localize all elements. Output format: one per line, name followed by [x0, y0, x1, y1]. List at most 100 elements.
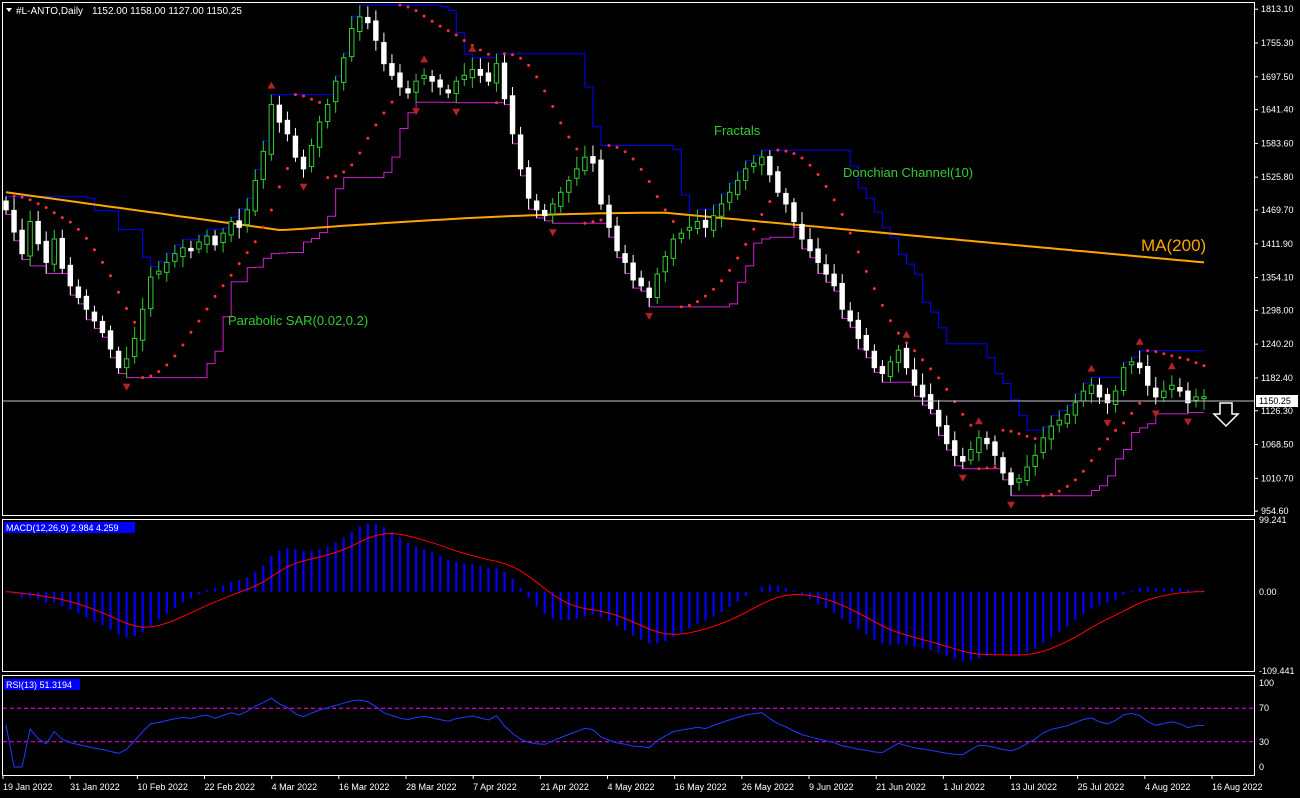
sar-dot [535, 75, 539, 79]
candle-body [992, 441, 998, 456]
candle-body [164, 261, 170, 273]
sar-dot [92, 248, 96, 252]
candle-body [1096, 384, 1103, 398]
candle-body [783, 192, 789, 205]
sar-dot [559, 121, 563, 125]
sar-dot [800, 156, 804, 160]
candle-body [292, 135, 299, 158]
fractal-down-icon [412, 108, 421, 116]
candle-body [123, 358, 130, 369]
price-tick-label: 1813.10 [1261, 4, 1294, 14]
candle-body [268, 104, 275, 155]
candle-body [220, 232, 226, 244]
sar-dot [76, 227, 80, 231]
candle-body [1032, 454, 1038, 467]
sar-dot [663, 208, 667, 212]
candle-body [260, 150, 266, 180]
sar-dot [1097, 447, 1101, 451]
sar-dot [1017, 432, 1021, 436]
date-tick-label: 7 Apr 2022 [473, 782, 517, 792]
sar-dot [1073, 478, 1077, 482]
rsi-series [3, 697, 1254, 768]
candle-body [582, 156, 588, 172]
sar-dot [856, 250, 860, 254]
price-tick-label: 1697.50 [1261, 72, 1294, 82]
candle-body [855, 319, 861, 339]
fractal-down-icon [1007, 501, 1016, 509]
sar-dot [318, 100, 322, 104]
candle-body [188, 247, 194, 252]
sar-dot [1009, 429, 1013, 433]
candle-body [1145, 365, 1151, 386]
candle-body [718, 203, 725, 217]
sar-dot [221, 284, 225, 288]
sar-dot [816, 173, 820, 177]
fractal-up-icon [420, 55, 429, 63]
date-tick-label: 4 Aug 2022 [1145, 782, 1191, 792]
price-tick-label: 1755.30 [1261, 38, 1294, 48]
chart-canvas: 1813.10 1755.30 1697.50 1641.40 1583.60 1525.… [2, 2, 1298, 792]
candle-body [397, 72, 403, 88]
sar-dot [977, 467, 981, 471]
fractal-down-icon [645, 312, 654, 320]
fractal-down-icon [299, 183, 308, 191]
sar-dot [165, 363, 169, 367]
candle-body [598, 159, 604, 205]
menu-triangle-icon[interactable] [6, 8, 12, 12]
candle-body [759, 156, 765, 166]
sar-dot [28, 198, 32, 202]
candle-body [83, 295, 90, 310]
sar-dot [744, 242, 748, 246]
sar-dot [679, 305, 683, 309]
sar-dot [937, 376, 941, 380]
sar-dot [100, 260, 104, 264]
candle-body [493, 63, 500, 84]
sar-dot [631, 157, 635, 161]
candle-body [517, 134, 524, 170]
fractals-annotation: Fractals [714, 123, 761, 138]
fractal-up-icon [902, 330, 911, 338]
candle-body [107, 330, 114, 350]
sar-dot [422, 14, 426, 18]
sar-dot [285, 166, 289, 170]
candle-body [654, 273, 660, 299]
candle-body [911, 369, 918, 386]
candle-body [43, 240, 49, 263]
candle-body [879, 365, 886, 375]
sar-dot [1033, 437, 1037, 441]
candle-body [919, 384, 926, 398]
price-tick-label: 1010.70 [1261, 473, 1294, 483]
macd-title: MACD(12,26,9) 2.984 4.259 [6, 523, 119, 533]
sar-dot [1186, 358, 1190, 362]
sar-dot [752, 227, 756, 231]
sar-dot [52, 211, 56, 215]
sar-dot [189, 330, 193, 334]
date-tick-label: 10 Feb 2022 [137, 782, 188, 792]
sar-dot [824, 184, 828, 188]
candle-body [1104, 394, 1111, 404]
candle-body [115, 350, 122, 369]
sar-dot [760, 213, 764, 217]
sar-dot [446, 29, 450, 33]
sar-dot [301, 94, 305, 98]
sar-dot [277, 185, 281, 189]
rsi-tick-label: 70 [1259, 703, 1269, 713]
candle-body [558, 191, 564, 207]
sar-dot [583, 221, 587, 225]
price-tick-label: 1525.80 [1261, 172, 1294, 182]
candle-body [590, 156, 596, 164]
date-tick-label: 9 Jun 2022 [809, 782, 854, 792]
sar-dot [438, 24, 442, 28]
candle-body [413, 80, 419, 93]
sar-dot [1138, 401, 1142, 405]
date-tick-label: 28 Mar 2022 [406, 782, 457, 792]
candle-body [935, 409, 942, 427]
donchian-lower-line [6, 101, 1204, 497]
sar-dot [567, 135, 571, 139]
sar-dot [245, 251, 249, 255]
candle-body [204, 235, 210, 245]
sar-dot [913, 349, 917, 353]
sar-dot [728, 268, 732, 272]
sar-dot [1178, 356, 1182, 360]
date-tick-label: 21 Jun 2022 [876, 782, 926, 792]
